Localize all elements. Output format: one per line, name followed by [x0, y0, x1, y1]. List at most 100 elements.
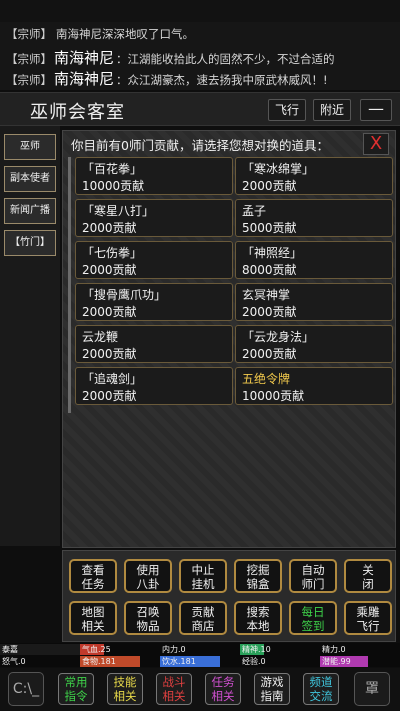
- map-button[interactable]: 地图 相关: [69, 601, 117, 635]
- chat-text: 南海神尼深深地叹了口气。: [56, 27, 194, 41]
- action-label: 签到: [301, 619, 325, 633]
- exchange-item[interactable]: 五绝令牌 10000贡献: [235, 367, 393, 405]
- exchange-item[interactable]: 玄冥神掌 2000贡献: [235, 283, 393, 321]
- search-local-button[interactable]: 搜索 本地: [234, 601, 282, 635]
- panel-header: 你目前有0师门贡献，请选择您想对换的道具：: [71, 138, 329, 153]
- item-cost: 5000贡献: [242, 221, 297, 235]
- exchange-item[interactable]: 「搜骨鹰爪功」 2000贡献: [75, 283, 233, 321]
- action-grid: 查看 任务 使用 八卦 中止 挂机 挖掘 锦盒 自动 师门 关闭 地图 相关 召唤 物品 贡献…: [62, 550, 396, 642]
- exchange-item[interactable]: 「百花拳」 10000贡献: [75, 157, 233, 195]
- sidebar-item-dungeon-envoy[interactable]: 副本使者: [4, 166, 56, 192]
- stat-mp: 内力.0: [160, 644, 240, 655]
- robot-icon[interactable]: 罩: [354, 672, 390, 706]
- nav-label: 相关: [113, 689, 137, 703]
- item-cost: 2000贡献: [82, 305, 137, 319]
- chat-text: ：众江湖豪杰，速去扬我中原武林威风！!: [116, 73, 328, 87]
- nav-tasks[interactable]: 任务 相关: [205, 673, 241, 705]
- eagle-flight-button[interactable]: 乘雕 飞行: [344, 601, 392, 635]
- sidebar-item-bamboo-door[interactable]: 【竹门】: [4, 230, 56, 256]
- item-name: 「神照经」: [242, 246, 303, 260]
- stat-label: 饮水.181: [162, 657, 196, 666]
- exchange-item[interactable]: 「寒星八打」 2000贡献: [75, 199, 233, 237]
- nav-label: 相关: [211, 689, 235, 703]
- chat-line: 【宗师】 南海神尼 ：众江湖豪杰，速去扬我中原武林威风！!: [6, 68, 400, 89]
- close-action-button[interactable]: 关闭: [344, 559, 392, 593]
- item-cost: 2000贡献: [82, 263, 137, 277]
- sidebar-item-news[interactable]: 新闻广播: [4, 198, 56, 224]
- exchange-item[interactable]: 「追魂剑」 2000贡献: [75, 367, 233, 405]
- stat-label: 精力.0: [322, 645, 346, 654]
- item-cost: 8000贡献: [242, 263, 297, 277]
- item-cost: 2000贡献: [242, 179, 297, 193]
- player-stats: 泰嘉 气血.25 内力.0 精神.10 精力.0 怒气.0 食物.181 饮水.…: [0, 643, 400, 667]
- stat-label: 经验.0: [242, 657, 266, 666]
- contribution-shop-button[interactable]: 贡献 商店: [179, 601, 227, 635]
- exchange-item[interactable]: 「七伤拳」 2000贡献: [75, 241, 233, 279]
- item-cost: 2000贡献: [82, 221, 137, 235]
- exchange-item[interactable]: 孟子 5000贡献: [235, 199, 393, 237]
- exchange-item[interactable]: 「寒冰绵掌」 2000贡献: [235, 157, 393, 195]
- action-label: 本地: [246, 619, 270, 633]
- stat-energy: 精力.0: [320, 644, 400, 655]
- exchange-item[interactable]: 「云龙身法」 2000贡献: [235, 325, 393, 363]
- close-button[interactable]: X: [363, 133, 389, 155]
- action-label: 任务: [81, 577, 105, 591]
- stat-label: 泰嘉: [2, 645, 18, 654]
- item-name: 云龙鞭: [82, 330, 119, 344]
- dig-box-button[interactable]: 挖掘 锦盒: [234, 559, 282, 593]
- view-tasks-button[interactable]: 查看 任务: [69, 559, 117, 593]
- stat-label: 怒气.0: [2, 657, 26, 666]
- item-name: 孟子: [242, 204, 267, 218]
- terminal-icon[interactable]: C:\_: [8, 672, 44, 706]
- action-label: 关: [362, 563, 374, 577]
- nav-guide[interactable]: 游戏 指南: [254, 673, 290, 705]
- stat-label: 潜能.99: [322, 657, 351, 666]
- item-name: 五绝令牌: [242, 372, 291, 386]
- item-cost: 2000贡献: [82, 389, 137, 403]
- daily-signin-button[interactable]: 每日 签到: [289, 601, 337, 635]
- channel-tag: 【宗师】: [6, 27, 52, 41]
- room-title-bar: 巫师会客室 飞行 附近 —: [0, 92, 400, 126]
- exchange-item[interactable]: 「神照经」 8000贡献: [235, 241, 393, 279]
- nav-common-commands[interactable]: 常用 指令: [58, 673, 94, 705]
- chat-line: 【宗师】 南海神尼 ：江湖能收拾此人的固然不少，不过合适的: [6, 47, 400, 68]
- item-cost: 2000贡献: [242, 305, 297, 319]
- item-name: 「寒冰绵掌」: [242, 162, 315, 176]
- action-label: 贡献: [191, 605, 215, 619]
- chat-log[interactable]: 【宗师】 南海神尼深深地叹了口气。 【宗师】 南海神尼 ：江湖能收拾此人的固然不…: [0, 22, 400, 90]
- nearby-button[interactable]: 附近: [313, 99, 351, 121]
- scrollbar[interactable]: [68, 157, 71, 413]
- chat-speaker: 南海神尼: [54, 49, 115, 67]
- item-name: 「搜骨鹰爪功」: [82, 288, 167, 302]
- item-cost: 2000贡献: [82, 347, 137, 361]
- item-cost: 2000贡献: [242, 347, 297, 361]
- system-status-bar: [0, 0, 400, 22]
- action-label: 飞行: [356, 619, 380, 633]
- nav-channels[interactable]: 频道 交流: [303, 673, 339, 705]
- action-label: 挂机: [191, 577, 215, 591]
- summon-item-button[interactable]: 召唤 物品: [124, 601, 172, 635]
- stop-idle-button[interactable]: 中止 挂机: [179, 559, 227, 593]
- exchange-item[interactable]: 云龙鞭 2000贡献: [75, 325, 233, 363]
- use-bagua-button[interactable]: 使用 八卦: [124, 559, 172, 593]
- action-label: 师门: [301, 577, 325, 591]
- fly-button[interactable]: 飞行: [268, 99, 306, 121]
- nav-label: 技能: [113, 675, 137, 689]
- item-name: 「寒星八打」: [82, 204, 155, 218]
- auto-sect-button[interactable]: 自动 师门: [289, 559, 337, 593]
- action-label: 物品: [136, 619, 160, 633]
- stat-spirit: 精神.10: [240, 644, 320, 655]
- action-label: 八卦: [136, 577, 160, 591]
- menu-button[interactable]: —: [360, 99, 392, 121]
- channel-tag: 【宗师】: [6, 52, 52, 66]
- sidebar-item-wizard[interactable]: 巫师: [4, 134, 56, 160]
- nav-combat[interactable]: 战斗 相关: [156, 673, 192, 705]
- action-label: 使用: [136, 563, 160, 577]
- stat-water: 饮水.181: [160, 656, 240, 667]
- action-label: 闭: [362, 577, 374, 591]
- action-label: 中止: [191, 563, 215, 577]
- nav-label: 任务: [211, 675, 235, 689]
- nav-skills[interactable]: 技能 相关: [107, 673, 143, 705]
- action-label: 地图: [81, 605, 105, 619]
- action-label: 查看: [81, 563, 105, 577]
